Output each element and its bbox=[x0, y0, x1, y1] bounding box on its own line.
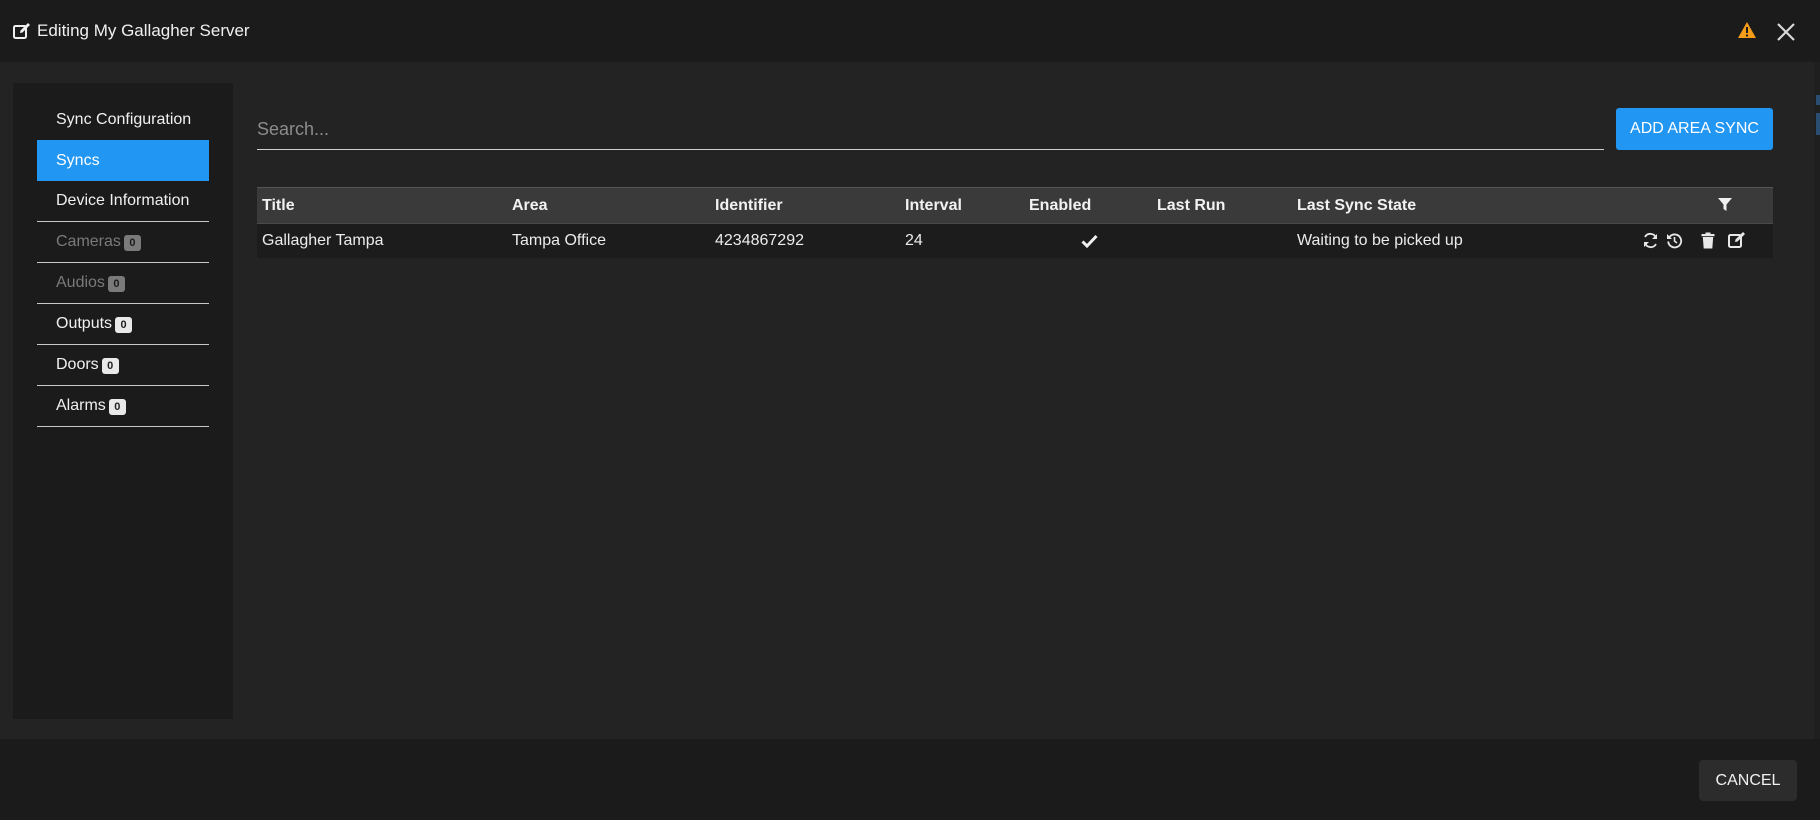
column-header-enabled[interactable]: Enabled bbox=[1029, 188, 1091, 223]
edit-icon bbox=[13, 22, 30, 39]
dialog-header bbox=[0, 0, 1820, 62]
sidebar-item-label: Syncs bbox=[56, 151, 100, 169]
column-header-area[interactable]: Area bbox=[512, 188, 548, 223]
edit-icon[interactable] bbox=[1728, 232, 1746, 249]
dialog-title: Editing My Gallagher Server bbox=[13, 20, 250, 42]
history-icon[interactable] bbox=[1666, 232, 1683, 249]
sidebar-item-label: Device Information bbox=[56, 192, 190, 209]
cell-interval: 24 bbox=[905, 232, 923, 249]
filter-icon[interactable] bbox=[1717, 197, 1733, 213]
cancel-button[interactable]: CANCEL bbox=[1699, 760, 1797, 801]
sidebar-item-audios: Audios 0 bbox=[37, 263, 209, 304]
cell-identifier: 4234867292 bbox=[715, 232, 804, 249]
cell-area: Tampa Office bbox=[512, 232, 606, 249]
cell-last-sync-state: Waiting to be picked up bbox=[1297, 232, 1463, 249]
column-header-last-run[interactable]: Last Run bbox=[1157, 188, 1225, 223]
sidebar: Sync Configuration Syncs Device Informat… bbox=[13, 83, 233, 719]
sidebar-item-alarms[interactable]: Alarms 0 bbox=[37, 386, 209, 427]
trash-icon[interactable] bbox=[1701, 232, 1715, 249]
sidebar-item-syncs[interactable]: Syncs bbox=[37, 140, 209, 181]
search-input[interactable] bbox=[257, 111, 1604, 147]
window-edge-marker bbox=[1816, 113, 1820, 135]
column-header-identifier[interactable]: Identifier bbox=[715, 188, 783, 223]
dialog-body bbox=[0, 62, 1820, 739]
add-area-sync-button[interactable]: ADD AREA SYNC bbox=[1616, 108, 1773, 150]
syncs-table: Title Area Identifier Interval Enabled L… bbox=[257, 187, 1773, 258]
sidebar-item-doors[interactable]: Doors 0 bbox=[37, 345, 209, 386]
count-badge: 0 bbox=[115, 317, 133, 333]
sidebar-item-label: Sync Configuration bbox=[56, 110, 192, 128]
window-edge bbox=[1814, 62, 1820, 739]
dialog-title-text: Editing My Gallagher Server bbox=[37, 21, 250, 40]
sidebar-item-label: Outputs bbox=[56, 315, 113, 332]
table-row[interactable]: Gallagher Tampa Tampa Office 4234867292 … bbox=[257, 223, 1773, 258]
column-header-last-sync-state[interactable]: Last Sync State bbox=[1297, 188, 1416, 223]
warning-icon bbox=[1738, 22, 1756, 38]
search-field bbox=[257, 111, 1604, 150]
dialog-footer bbox=[0, 739, 1820, 820]
count-badge: 0 bbox=[107, 276, 125, 292]
sidebar-item-outputs[interactable]: Outputs 0 bbox=[37, 304, 209, 345]
sidebar-item-label: Cameras bbox=[56, 233, 121, 250]
sidebar-item-cameras: Cameras 0 bbox=[37, 222, 209, 263]
sidebar-nav: Sync Configuration Syncs Device Informat… bbox=[37, 99, 209, 427]
sidebar-item-label: Audios bbox=[56, 274, 105, 291]
sidebar-item-sync-configuration[interactable]: Sync Configuration bbox=[37, 99, 209, 140]
column-header-interval[interactable]: Interval bbox=[905, 188, 962, 223]
count-badge: 0 bbox=[123, 235, 141, 251]
close-icon[interactable] bbox=[1776, 22, 1796, 42]
count-badge: 0 bbox=[108, 399, 126, 415]
check-icon bbox=[1081, 234, 1098, 248]
sidebar-item-label: Alarms bbox=[56, 397, 106, 414]
sync-icon[interactable] bbox=[1642, 232, 1659, 249]
window-edge-marker bbox=[1816, 95, 1820, 105]
table-header-row: Title Area Identifier Interval Enabled L… bbox=[257, 187, 1773, 223]
column-header-title[interactable]: Title bbox=[262, 188, 295, 223]
sidebar-item-device-information[interactable]: Device Information bbox=[37, 181, 209, 222]
sidebar-item-label: Doors bbox=[56, 356, 99, 373]
cell-title: Gallagher Tampa bbox=[262, 232, 384, 249]
count-badge: 0 bbox=[101, 358, 119, 374]
